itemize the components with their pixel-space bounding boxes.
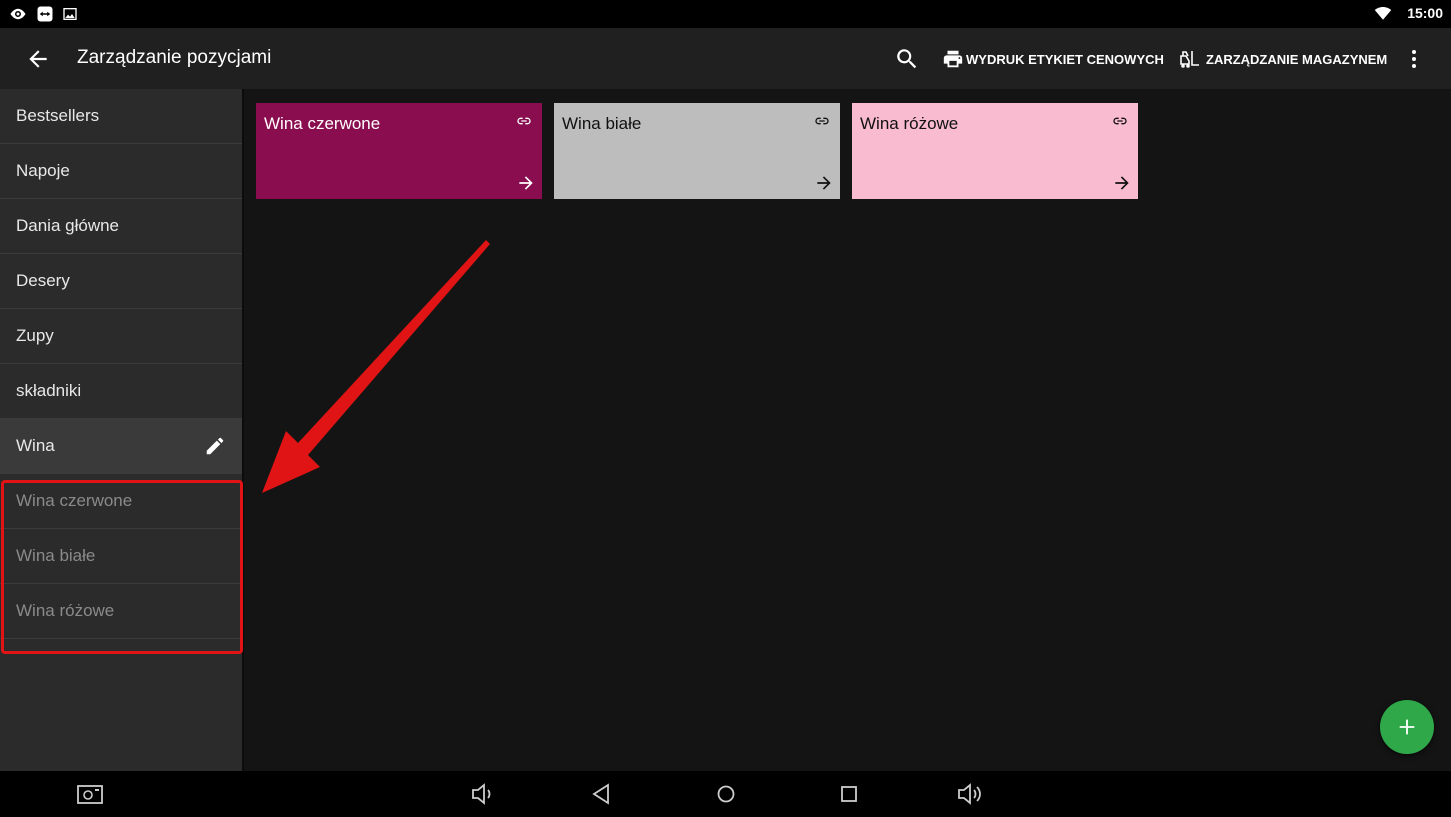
search-icon[interactable] [894,46,920,72]
sidebar-item-desery[interactable]: Desery [0,254,242,309]
status-icons-right: 15:00 [1373,4,1443,22]
link-icon [815,117,829,125]
volume-down-icon[interactable] [468,781,496,807]
status-icons-left [8,5,78,23]
tile-label: Wina czerwone [264,114,381,133]
page-title: Zarządzanie pozycjami [77,47,272,68]
back-nav-icon[interactable] [588,781,616,807]
printer-icon [943,50,963,68]
sidebar-item-label: Wina różowe [16,601,115,620]
image-icon [63,8,77,20]
sidebar-item-skladniki[interactable]: składniki [0,364,242,419]
sidebar-item-bestsellers[interactable]: Bestsellers [0,89,242,144]
tile-label: Wina białe [562,114,642,133]
wifi-icon [1374,7,1392,20]
add-button[interactable] [1380,700,1434,754]
status-bar: 15:00 [0,0,1451,28]
stock-management-label: ZARZĄDZANIE MAGAZYNEM [1206,51,1388,67]
sidebar-subitem-wina-rozowe[interactable]: Wina różowe [0,584,242,639]
tile-wina-rozowe[interactable]: Wina różowe [852,103,1138,199]
plus-icon [1399,719,1415,735]
sidebar-item-label: Zupy [16,326,54,345]
sidebar-item-label: Desery [16,271,70,290]
stock-management-button[interactable]: ZARZĄDZANIE MAGAZYNEM [1178,45,1387,73]
tile-wina-biale[interactable]: Wina białe [554,103,840,199]
arrow-right-icon [519,176,533,190]
sidebar-item-zupy[interactable]: Zupy [0,309,242,364]
screenshot-icon[interactable] [76,781,104,807]
tile-label: Wina różowe [860,114,959,133]
sidebar-item-dania-glowne[interactable]: Dania główne [0,199,242,254]
tile-wina-czerwone[interactable]: Wina czerwone [256,103,542,199]
teamviewer-icon [37,6,53,22]
app-bar: Zarządzanie pozycjami WYDRUK ETYKIET CEN… [0,28,1451,89]
link-icon [1113,117,1127,125]
forklift-icon [1180,51,1199,68]
category-sidebar: Bestsellers Napoje Dania główne Desery Z… [0,89,242,771]
sidebar-item-label: Napoje [16,161,70,180]
sidebar-subitem-wina-czerwone[interactable]: Wina czerwone [0,474,242,529]
volume-up-icon[interactable] [955,781,983,807]
sidebar-item-label: Bestsellers [16,106,100,125]
sidebar-item-label: Wina [16,436,55,455]
print-labels-button[interactable]: WYDRUK ETYKIET CENOWYCH [942,45,1164,73]
sidebar-item-napoje[interactable]: Napoje [0,144,242,199]
sidebar-item-label: składniki [16,381,82,400]
pencil-icon[interactable] [204,435,226,457]
sidebar-subitem-wina-biale[interactable]: Wina białe [0,529,242,584]
sidebar-item-label: Dania główne [16,216,120,235]
home-icon[interactable] [712,781,740,807]
arrow-right-icon [817,176,831,190]
sidebar-item-label: Wina czerwone [16,491,133,510]
sidebar-item-wina[interactable]: Wina [0,419,242,474]
eye-icon [10,8,26,20]
arrow-left-icon[interactable] [25,46,51,72]
system-nav-bar [0,771,1451,817]
arrow-right-icon [1115,176,1129,190]
more-vert-icon[interactable] [1402,46,1426,72]
status-clock: 15:00 [1407,5,1443,21]
recents-icon[interactable] [835,781,863,807]
print-labels-label: WYDRUK ETYKIET CENOWYCH [966,51,1164,67]
sidebar-item-label: Wina białe [16,546,96,565]
sidebar-divider [242,89,244,771]
link-icon [517,117,531,125]
annotation-arrow [262,240,490,493]
